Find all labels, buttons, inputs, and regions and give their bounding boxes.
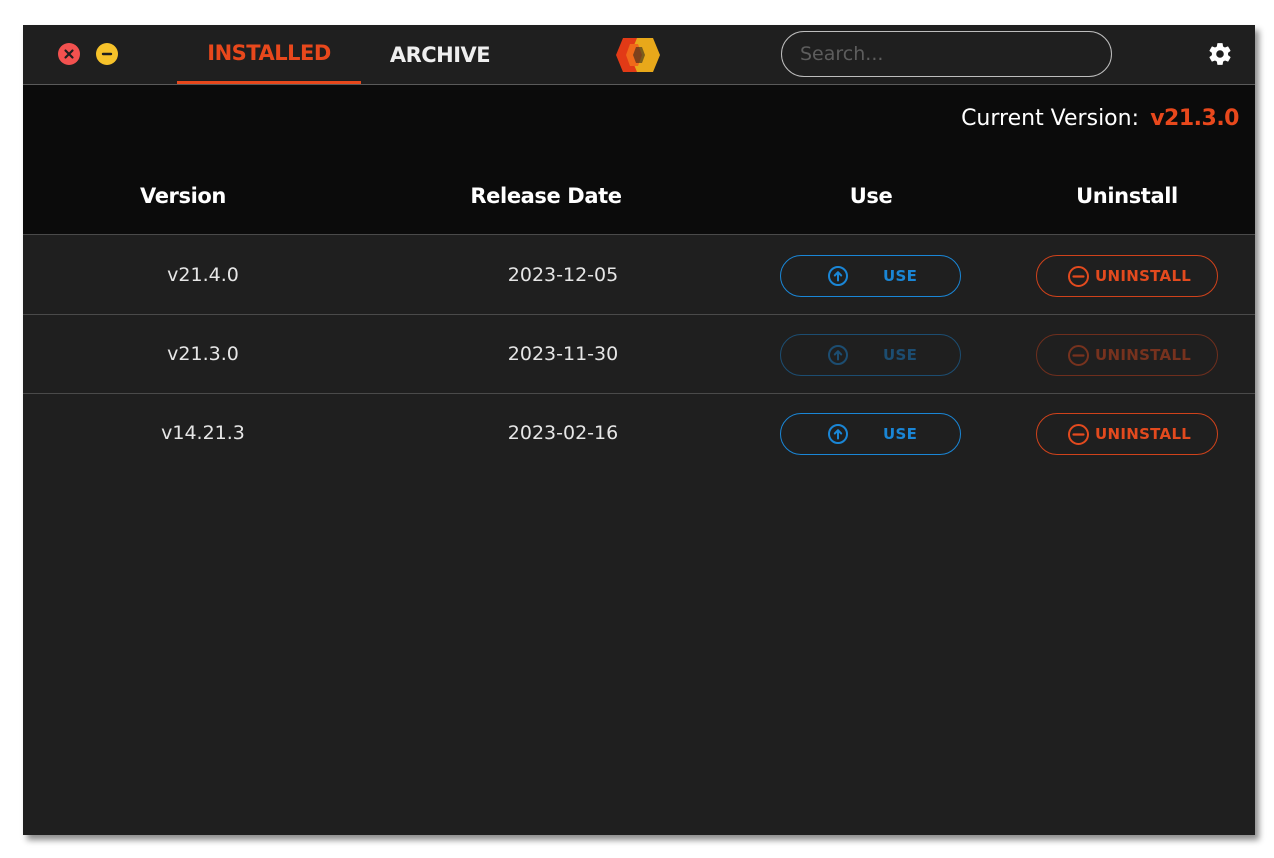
hexagon-logo-icon xyxy=(616,38,660,72)
tab-installed[interactable]: INSTALLED xyxy=(177,25,361,84)
close-icon xyxy=(64,49,74,59)
uninstall-button[interactable]: UNINSTALL xyxy=(1036,413,1218,455)
minus-circle-icon xyxy=(1068,345,1089,366)
release-date-cell: 2023-11-30 xyxy=(507,343,619,365)
table-row: v21.4.0 2023-12-05 USE UNINSTALL xyxy=(23,236,1255,315)
uninstall-button-label: UNINSTALL xyxy=(1095,267,1192,285)
minimize-icon xyxy=(101,52,113,56)
uninstall-button[interactable]: UNINSTALL xyxy=(1036,255,1218,297)
table-row: v14.21.3 2023-02-16 USE UNINSTALL xyxy=(23,394,1255,473)
search-input[interactable] xyxy=(800,43,1093,65)
current-version-label: Current Version: xyxy=(961,106,1139,131)
use-button[interactable]: USE xyxy=(780,334,961,376)
minus-circle-icon xyxy=(1068,266,1089,287)
table-row: v21.3.0 2023-11-30 USE UNINSTALL xyxy=(23,315,1255,394)
uninstall-button-label: UNINSTALL xyxy=(1095,346,1192,364)
column-header-use: Use xyxy=(849,184,893,208)
current-version-bar: Current Version: v21.3.0 xyxy=(23,85,1255,158)
title-bar: INSTALLED ARCHIVE xyxy=(23,25,1255,85)
version-cell: v21.4.0 xyxy=(167,264,239,286)
column-header-uninstall: Uninstall xyxy=(1076,184,1178,208)
arrow-up-circle-icon xyxy=(828,424,848,444)
table-header: Version Release Date Use Uninstall xyxy=(23,158,1255,235)
current-version-value: v21.3.0 xyxy=(1150,106,1239,131)
use-button-label: USE xyxy=(883,346,918,364)
app-window: INSTALLED ARCHIVE Current Version: v21.3… xyxy=(23,25,1255,835)
version-cell: v14.21.3 xyxy=(161,422,245,444)
search-box[interactable] xyxy=(781,31,1112,77)
column-header-release-date: Release Date xyxy=(470,184,622,208)
arrow-up-circle-icon xyxy=(828,345,848,365)
column-header-version: Version xyxy=(140,184,226,208)
uninstall-button-label: UNINSTALL xyxy=(1095,425,1192,443)
use-button[interactable]: USE xyxy=(780,255,961,297)
use-button-label: USE xyxy=(883,425,918,443)
tab-archive[interactable]: ARCHIVE xyxy=(373,25,507,84)
release-date-cell: 2023-12-05 xyxy=(507,264,619,286)
arrow-up-circle-icon xyxy=(828,266,848,286)
uninstall-button[interactable]: UNINSTALL xyxy=(1036,334,1218,376)
use-button[interactable]: USE xyxy=(780,413,961,455)
gear-icon[interactable] xyxy=(1207,41,1233,67)
release-date-cell: 2023-02-16 xyxy=(507,422,619,444)
minus-circle-icon xyxy=(1068,424,1089,445)
use-button-label: USE xyxy=(883,267,918,285)
close-window-button[interactable] xyxy=(58,43,80,65)
version-cell: v21.3.0 xyxy=(167,343,239,365)
minimize-window-button[interactable] xyxy=(96,43,118,65)
